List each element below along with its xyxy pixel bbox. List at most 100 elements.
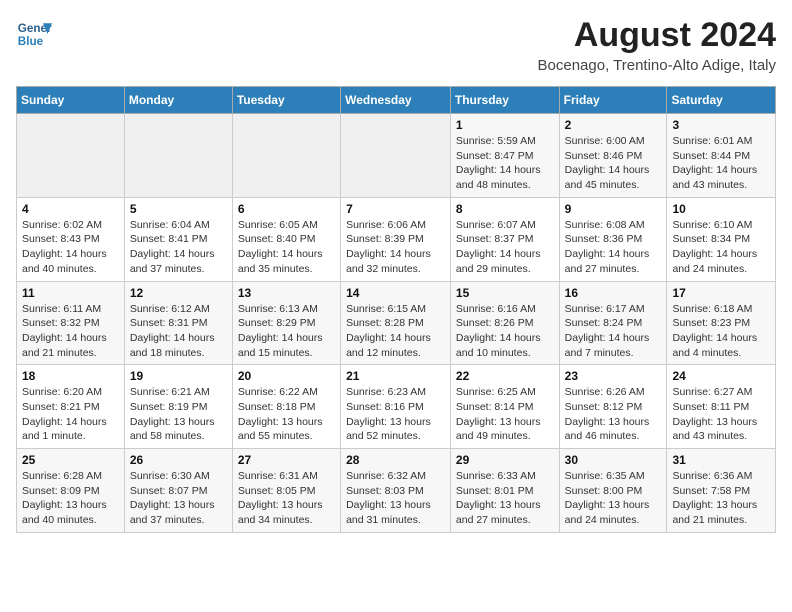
day-detail: Sunrise: 6:23 AM Sunset: 8:16 PM Dayligh… [346, 385, 445, 444]
calendar-cell: 22Sunrise: 6:25 AM Sunset: 8:14 PM Dayli… [450, 365, 559, 449]
calendar-cell: 21 Sunrise: 6:23 AM Sunset: 8:16 PM Dayli… [341, 365, 451, 449]
day-detail: Sunrise: 6:18 AM Sunset: 8:23 PM Dayligh… [672, 302, 770, 361]
logo: General Blue [16, 16, 52, 52]
calendar-cell: 14Sunrise: 6:15 AM Sunset: 8:28 PM Dayli… [341, 281, 451, 365]
day-number: 29 [456, 453, 554, 467]
day-detail: Sunrise: 6:06 AM Sunset: 8:39 PM Dayligh… [346, 218, 445, 277]
calendar-cell: 9 Sunrise: 6:08 AM Sunset: 8:36 PM Daylig… [559, 197, 667, 281]
day-number: 19 [130, 369, 227, 383]
calendar-cell: 24 Sunrise: 6:27 AM Sunset: 8:11 PM Dayli… [667, 365, 776, 449]
day-detail: Sunrise: 6:33 AM Sunset: 8:01 PM Dayligh… [456, 469, 554, 528]
subtitle: Bocenago, Trentino-Alto Adige, Italy [538, 57, 776, 74]
calendar-cell: 6Sunrise: 6:05 AM Sunset: 8:40 PM Daylig… [232, 197, 340, 281]
day-detail: Sunrise: 5:59 AM Sunset: 8:47 PM Dayligh… [456, 134, 554, 193]
day-detail: Sunrise: 6:35 AM Sunset: 8:00 PM Dayligh… [565, 469, 662, 528]
day-detail: Sunrise: 6:26 AM Sunset: 8:12 PM Dayligh… [565, 385, 662, 444]
day-detail: Sunrise: 6:12 AM Sunset: 8:31 PM Dayligh… [130, 302, 227, 361]
day-number: 18 [22, 369, 119, 383]
day-detail: Sunrise: 6:15 AM Sunset: 8:28 PM Dayligh… [346, 302, 445, 361]
day-number: 23 [565, 369, 662, 383]
day-detail: Sunrise: 6:05 AM Sunset: 8:40 PM Dayligh… [238, 218, 335, 277]
calendar-cell: 25Sunrise: 6:28 AM Sunset: 8:09 PM Dayli… [17, 449, 125, 533]
day-detail: Sunrise: 6:30 AM Sunset: 8:07 PM Dayligh… [130, 469, 227, 528]
day-detail: Sunrise: 6:16 AM Sunset: 8:26 PM Dayligh… [456, 302, 554, 361]
calendar-cell: 4 Sunrise: 6:02 AM Sunset: 8:43 PM Daylig… [17, 197, 125, 281]
day-number: 25 [22, 453, 119, 467]
day-number: 12 [130, 286, 227, 300]
calendar-cell: 28 Sunrise: 6:32 AM Sunset: 8:03 PM Dayli… [341, 449, 451, 533]
calendar-cell: 19 Sunrise: 6:21 AM Sunset: 8:19 PM Dayli… [124, 365, 232, 449]
day-number: 9 [565, 202, 662, 216]
calendar-cell: 15 Sunrise: 6:16 AM Sunset: 8:26 PM Dayli… [450, 281, 559, 365]
day-number: 16 [565, 286, 662, 300]
logo-icon: General Blue [16, 16, 52, 52]
calendar-cell: 13 Sunrise: 6:13 AM Sunset: 8:29 PM Dayli… [232, 281, 340, 365]
calendar-cell: 27Sunrise: 6:31 AM Sunset: 8:05 PM Dayli… [232, 449, 340, 533]
calendar-cell: 11 Sunrise: 6:11 AM Sunset: 8:32 PM Dayli… [17, 281, 125, 365]
calendar-cell: 1Sunrise: 5:59 AM Sunset: 8:47 PM Daylig… [450, 114, 559, 198]
calendar-cell: 26Sunrise: 6:30 AM Sunset: 8:07 PM Dayli… [124, 449, 232, 533]
calendar-cell: 18Sunrise: 6:20 AM Sunset: 8:21 PM Dayli… [17, 365, 125, 449]
weekday-header: Sunday [17, 87, 125, 114]
svg-text:Blue: Blue [18, 35, 44, 48]
day-number: 28 [346, 453, 445, 467]
day-number: 10 [672, 202, 770, 216]
title-area: August 2024 Bocenago, Trentino-Alto Adig… [538, 16, 776, 74]
calendar-cell: 30 Sunrise: 6:35 AM Sunset: 8:00 PM Dayli… [559, 449, 667, 533]
day-detail: Sunrise: 6:01 AM Sunset: 8:44 PM Dayligh… [672, 134, 770, 193]
day-detail: Sunrise: 6:13 AM Sunset: 8:29 PM Dayligh… [238, 302, 335, 361]
calendar-cell: 31Sunrise: 6:36 AM Sunset: 7:58 PM Dayli… [667, 449, 776, 533]
day-number: 3 [672, 118, 770, 132]
calendar-week-row: 11 Sunrise: 6:11 AM Sunset: 8:32 PM Dayli… [17, 281, 776, 365]
day-detail: Sunrise: 6:00 AM Sunset: 8:46 PM Dayligh… [565, 134, 662, 193]
day-number: 13 [238, 286, 335, 300]
day-number: 2 [565, 118, 662, 132]
calendar-cell: 2 Sunrise: 6:00 AM Sunset: 8:46 PM Daylig… [559, 114, 667, 198]
day-detail: Sunrise: 6:21 AM Sunset: 8:19 PM Dayligh… [130, 385, 227, 444]
day-detail: Sunrise: 6:27 AM Sunset: 8:11 PM Dayligh… [672, 385, 770, 444]
day-detail: Sunrise: 6:02 AM Sunset: 8:43 PM Dayligh… [22, 218, 119, 277]
calendar-week-row: 18Sunrise: 6:20 AM Sunset: 8:21 PM Dayli… [17, 365, 776, 449]
calendar-cell: 17 Sunrise: 6:18 AM Sunset: 8:23 PM Dayli… [667, 281, 776, 365]
calendar-week-row: 4 Sunrise: 6:02 AM Sunset: 8:43 PM Daylig… [17, 197, 776, 281]
day-detail: Sunrise: 6:07 AM Sunset: 8:37 PM Dayligh… [456, 218, 554, 277]
calendar-cell: 12 Sunrise: 6:12 AM Sunset: 8:31 PM Dayli… [124, 281, 232, 365]
day-number: 17 [672, 286, 770, 300]
calendar-cell [341, 114, 451, 198]
weekday-header: Friday [559, 87, 667, 114]
day-detail: Sunrise: 6:08 AM Sunset: 8:36 PM Dayligh… [565, 218, 662, 277]
calendar: SundayMondayTuesdayWednesdayThursdayFrid… [16, 86, 776, 533]
day-number: 4 [22, 202, 119, 216]
calendar-cell: 29 Sunrise: 6:33 AM Sunset: 8:01 PM Dayli… [450, 449, 559, 533]
calendar-week-row: 1Sunrise: 5:59 AM Sunset: 8:47 PM Daylig… [17, 114, 776, 198]
day-detail: Sunrise: 6:32 AM Sunset: 8:03 PM Dayligh… [346, 469, 445, 528]
day-number: 24 [672, 369, 770, 383]
day-number: 11 [22, 286, 119, 300]
day-number: 21 [346, 369, 445, 383]
day-detail: Sunrise: 6:31 AM Sunset: 8:05 PM Dayligh… [238, 469, 335, 528]
weekday-header: Wednesday [341, 87, 451, 114]
calendar-cell: 7 Sunrise: 6:06 AM Sunset: 8:39 PM Daylig… [341, 197, 451, 281]
weekday-header: Saturday [667, 87, 776, 114]
calendar-cell [17, 114, 125, 198]
calendar-cell: 5Sunrise: 6:04 AM Sunset: 8:41 PM Daylig… [124, 197, 232, 281]
day-number: 7 [346, 202, 445, 216]
calendar-cell: 3 Sunrise: 6:01 AM Sunset: 8:44 PM Daylig… [667, 114, 776, 198]
day-detail: Sunrise: 6:11 AM Sunset: 8:32 PM Dayligh… [22, 302, 119, 361]
day-detail: Sunrise: 6:10 AM Sunset: 8:34 PM Dayligh… [672, 218, 770, 277]
day-number: 30 [565, 453, 662, 467]
calendar-cell: 8 Sunrise: 6:07 AM Sunset: 8:37 PM Daylig… [450, 197, 559, 281]
weekday-header: Thursday [450, 87, 559, 114]
day-detail: Sunrise: 6:22 AM Sunset: 8:18 PM Dayligh… [238, 385, 335, 444]
day-detail: Sunrise: 6:17 AM Sunset: 8:24 PM Dayligh… [565, 302, 662, 361]
day-number: 15 [456, 286, 554, 300]
calendar-cell [124, 114, 232, 198]
day-number: 22 [456, 369, 554, 383]
main-title: August 2024 [538, 16, 776, 55]
calendar-week-row: 25Sunrise: 6:28 AM Sunset: 8:09 PM Dayli… [17, 449, 776, 533]
calendar-cell: 23 Sunrise: 6:26 AM Sunset: 8:12 PM Dayli… [559, 365, 667, 449]
day-number: 31 [672, 453, 770, 467]
day-number: 8 [456, 202, 554, 216]
calendar-cell: 10 Sunrise: 6:10 AM Sunset: 8:34 PM Dayli… [667, 197, 776, 281]
day-detail: Sunrise: 6:04 AM Sunset: 8:41 PM Dayligh… [130, 218, 227, 277]
